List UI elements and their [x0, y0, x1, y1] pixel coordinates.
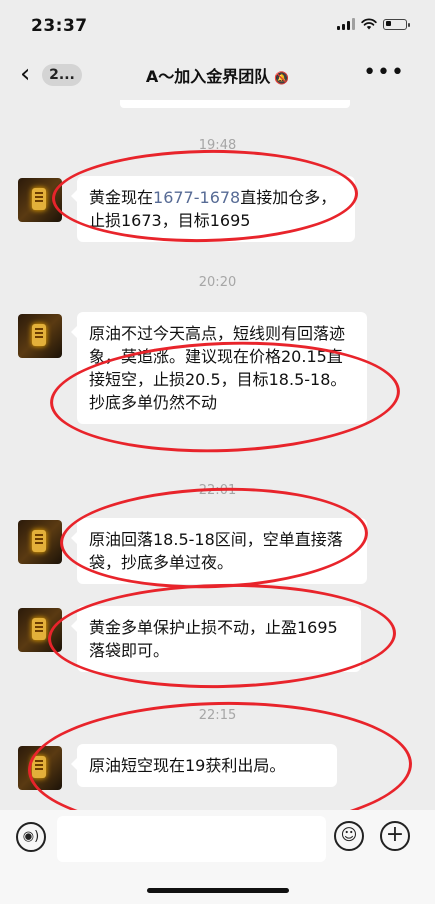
- message-bubble[interactable]: 原油不过今天高点，短线则有回落迹象，莫追涨。建议现在价格20.15直接短空，止损…: [71, 312, 367, 424]
- status-bar: 23:37: [0, 0, 435, 50]
- message-text: 原油回落18.5-18区间，空单直接落袋，抄底多单过夜。: [89, 530, 343, 572]
- message-text: 黄金现在: [89, 188, 154, 207]
- wifi-icon: [361, 18, 377, 30]
- chat-area[interactable]: 19:48 黄金现在1677-1678直接加仓多，止损1673，目标1695 2…: [0, 100, 435, 810]
- message-bubble[interactable]: 黄金现在1677-1678直接加仓多，止损1673，目标1695: [71, 176, 355, 242]
- avatar[interactable]: [18, 746, 62, 790]
- chat-title-text: A～加入金界团队: [145, 67, 271, 86]
- avatar[interactable]: [18, 520, 62, 564]
- avatar[interactable]: [18, 178, 62, 222]
- message-text: 黄金多单保护止损不动，止盈1695落袋即可。: [89, 618, 338, 660]
- timestamp: 22:15: [198, 708, 237, 723]
- emoji-icon[interactable]: ☺: [334, 821, 364, 851]
- avatar[interactable]: [18, 314, 62, 358]
- timestamp: 20:20: [198, 275, 237, 290]
- battery-icon: [383, 18, 410, 30]
- avatar[interactable]: [18, 608, 62, 652]
- voice-icon[interactable]: ◉): [16, 822, 46, 852]
- signal-icon: [337, 18, 355, 30]
- price-link[interactable]: 1677-1678: [153, 188, 240, 207]
- timestamp: 22:01: [198, 483, 237, 498]
- home-indicator: [147, 888, 289, 893]
- message-bubble[interactable]: 黄金多单保护止损不动，止盈1695落袋即可。: [71, 606, 361, 672]
- message-bubble[interactable]: 原油回落18.5-18区间，空单直接落袋，抄底多单过夜。: [71, 518, 367, 584]
- status-icons: [337, 18, 410, 30]
- plus-icon[interactable]: +: [380, 821, 410, 851]
- timestamp: 19:48: [198, 138, 237, 153]
- message-text: 原油不过今天高点，短线则有回落迹象，莫追涨。建议现在价格20.15直接短空，止损…: [89, 324, 347, 412]
- status-time: 23:37: [31, 16, 88, 36]
- previous-message-bubble: [120, 100, 350, 108]
- nav-bar: ‹ 2... A～加入金界团队 🔕 •••: [0, 50, 435, 100]
- message-text: 原油短空现在19获利出局。: [89, 756, 286, 775]
- message-input[interactable]: [57, 816, 326, 862]
- more-dots-icon[interactable]: •••: [363, 60, 405, 85]
- bell-slash-icon: 🔕: [274, 71, 290, 85]
- message-bubble[interactable]: 原油短空现在19获利出局。: [71, 744, 337, 787]
